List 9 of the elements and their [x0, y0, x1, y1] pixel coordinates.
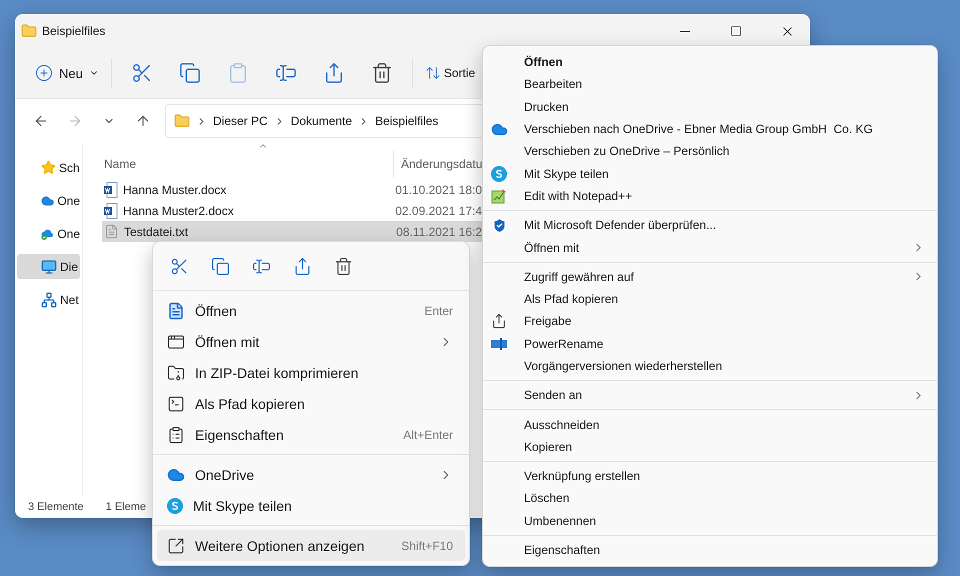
- window-title: Beispielfiles: [42, 24, 106, 38]
- file-date: 02.09.2021 17:4: [395, 204, 482, 218]
- file-date: 01.10.2021 18:0: [395, 182, 482, 196]
- status-text: 1 Eleme: [106, 501, 146, 513]
- file-date: 08.11.2021 16:2: [396, 224, 482, 238]
- file-name: Hanna Muster2.docx: [123, 204, 234, 218]
- file-name: Testdatei.txt: [124, 224, 188, 238]
- status-text: 3 Elemente: [28, 501, 84, 513]
- file-name: Hanna Muster.docx: [123, 182, 226, 196]
